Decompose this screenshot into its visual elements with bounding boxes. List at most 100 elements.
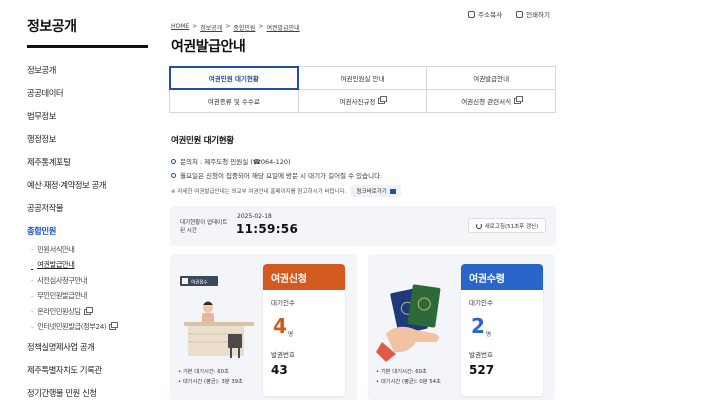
external-link-icon [83, 306, 93, 315]
breadcrumb-home[interactable]: HOME [171, 23, 189, 32]
update-label: 대기현황이 업데이트 된 시간 [180, 220, 228, 234]
print-icon [516, 11, 524, 18]
tab-photo-rules[interactable]: 여권사진규정 [297, 89, 428, 113]
tab-office-info[interactable]: 여권민원실 안내 [297, 66, 428, 90]
print-button[interactable]: 인쇄하기 [516, 9, 550, 19]
sidebar-title: 정보공개 [27, 19, 77, 35]
dash-icon: - [31, 322, 34, 332]
print-label: 인쇄하기 [526, 11, 550, 19]
submenu-label: 온라인민원상담 [37, 306, 81, 316]
breadcrumb-level1[interactable]: 정보공개 [200, 23, 222, 32]
external-link-icon [109, 322, 119, 331]
dash-icon: - [31, 307, 34, 317]
submenu-item-pre-review[interactable]: - 사전심사청구안내 [27, 273, 150, 289]
external-link-icon [514, 96, 524, 104]
dash-icon: - [31, 276, 34, 286]
bullet-icon [171, 158, 176, 164]
apply-avg-wait: 대기시간 (평균): 3분 39초 [178, 377, 243, 387]
reception-desk-illustration: 여권접수 [180, 276, 254, 358]
link-button-label: 링크바로가기 [356, 189, 387, 195]
breadcrumb-separator: > [225, 23, 231, 30]
apply-ticket-number: 43 [271, 363, 288, 377]
bookmark-icon [389, 188, 396, 194]
breadcrumb-level2[interactable]: 종합민원 [233, 23, 255, 32]
sidebar-menu: 정보공개 공공데이터 법무정보 행정정보 제주통계포털 예산·재정·계약정보 공… [27, 58, 150, 404]
breadcrumb: HOME > 정보공개 > 종합민원 > 여권발급안내 [171, 23, 300, 32]
tab-issuance-info[interactable]: 여권발급안내 [426, 66, 556, 90]
external-link-button[interactable]: 링크바로가기 [351, 185, 401, 197]
contact-text: 문의처 : 제주도청 민원실 (☎064-120) [180, 158, 291, 166]
submenu-label: 민원서식안내 [37, 244, 75, 254]
breadcrumb-level3[interactable]: 여권발급안내 [266, 23, 299, 32]
section-title: 여권민원 대기현황 [171, 136, 234, 146]
tab-label: 여권사진규정 [339, 98, 376, 106]
receive-avg-wait: 대기시간 (평균): 0분 54초 [376, 377, 441, 387]
apply-count: 4 [273, 314, 287, 338]
sidebar-submenu: - 민원서식안내 - 여권발급안내 - 사전심사청구안내 - 무인민원발급안내 - 온라인… [27, 242, 150, 335]
sidebar-item-budget[interactable]: 예산·재정·계약정보 공개 [27, 173, 150, 196]
submenu-item-online-consult[interactable]: - 온라인민원상담 [27, 304, 150, 320]
submenu-item-forms[interactable]: - 민원서식안내 [27, 242, 150, 258]
submenu-label: 인터넷민원발급(정부24) [37, 322, 107, 332]
update-status-bar: 대기현황이 업데이트 된 시간 2025-02-18 11:59:56 새로고침… [170, 206, 556, 246]
sidebar: 정보공개 정보공개 공공데이터 법무정보 행정정보 제주통계포털 예산·재정·계… [0, 0, 150, 408]
dash-icon: - [31, 291, 34, 301]
receive-count: 2 [471, 314, 485, 338]
refresh-label: 새로고침(51초후 갱신) [484, 223, 539, 230]
apply-base-wait: 기본 대기시간: 60초 [178, 367, 243, 377]
apply-panel: 여권신청 대기인수 4 명 발권번호 43 [263, 264, 345, 396]
reference-note-text: ※ 자세한 여권발급안내는 외교부 여권안내 홈페이지를 참고하시기 바랍니다. [171, 189, 347, 195]
dash-icon: - [31, 260, 34, 270]
receive-stats: 기본 대기시간: 60초 대기시간 (평균): 0분 54초 [376, 367, 441, 387]
sidebar-item-admin-info[interactable]: 행정정보 [27, 127, 150, 150]
receive-card: 기본 대기시간: 60초 대기시간 (평균): 0분 54초 여권수령 대기인수… [368, 254, 555, 400]
tab-forms[interactable]: 여권신청 관련서식 [426, 89, 556, 113]
update-date: 2025-02-18 [237, 213, 272, 220]
refresh-icon [475, 222, 482, 229]
dash-icon: - [31, 245, 34, 255]
copy-url-button[interactable]: 주소복사 [468, 9, 502, 19]
monday-notice: 월요일은 신청이 집중되어 해당 요일에 방문 시 대기가 길어질 수 있습니다… [171, 170, 382, 180]
receive-unit: 명 [486, 332, 492, 338]
update-time: 11:59:56 [236, 222, 299, 236]
sidebar-item-civil-service[interactable]: 종합민원 [27, 219, 150, 242]
tab-fees[interactable]: 여권종류 및 수수료 [169, 89, 299, 113]
share-icon [468, 11, 476, 18]
submenu-label: 여권발급안내 [37, 260, 75, 270]
copy-url-label: 주소복사 [478, 11, 503, 19]
receive-number-label: 발권번호 [469, 351, 493, 359]
desk-sign-label: 여권접수 [191, 279, 208, 286]
submenu-item-kiosk[interactable]: - 무인민원발급안내 [27, 289, 150, 305]
sidebar-item-periodicals[interactable]: 정기간행물 민원 신청 [27, 381, 150, 404]
content-tabs: 여권민원 대기현황 여권민원실 안내 여권발급안내 여권종류 및 수수료 여권사… [169, 66, 556, 113]
sidebar-item-archive[interactable]: 제주특별자치도 기록관 [27, 358, 150, 381]
submenu-label: 사전심사청구안내 [37, 275, 87, 285]
sidebar-item-public-data[interactable]: 공공데이터 [27, 81, 150, 104]
reference-note: ※ 자세한 여권발급안내는 외교부 여권안내 홈페이지를 참고하시기 바랍니다.… [171, 185, 401, 197]
apply-number-label: 발권번호 [271, 351, 295, 359]
passport-hand-illustration [376, 284, 441, 362]
sidebar-item-public-works[interactable]: 공공저작물 [27, 196, 150, 219]
submenu-item-passport[interactable]: - 여권발급안내 [27, 258, 150, 274]
sidebar-title-divider [27, 45, 148, 48]
sidebar-item-legal-info[interactable]: 법무정보 [27, 104, 150, 127]
apply-unit: 명 [288, 332, 294, 338]
receive-title: 여권수령 [461, 264, 543, 290]
apply-title: 여권신청 [263, 264, 345, 290]
apply-count-label: 대기인수 [271, 299, 295, 307]
submenu-item-gov24[interactable]: - 인터넷민원발급(정부24) [27, 320, 150, 336]
tab-waiting-status[interactable]: 여권민원 대기현황 [169, 66, 299, 90]
external-link-icon [378, 96, 388, 104]
tab-label: 여권신청 관련서식 [461, 98, 512, 106]
page-title: 여권발급안내 [171, 39, 246, 55]
apply-stats: 기본 대기시간: 60초 대기시간 (평균): 3분 39초 [178, 367, 243, 387]
bullet-icon [171, 172, 176, 178]
page-utilities: 주소복사 인쇄하기 [468, 9, 550, 19]
sidebar-item-statistics[interactable]: 제주통계포털 [27, 150, 150, 173]
refresh-button[interactable]: 새로고침(51초후 갱신) [468, 218, 546, 233]
sidebar-item-policy[interactable]: 정책실명제사업 공개 [27, 335, 150, 358]
contact-info: 문의처 : 제주도청 민원실 (☎064-120) [171, 156, 291, 166]
sidebar-item-info-disclosure[interactable]: 정보공개 [27, 58, 150, 81]
breadcrumb-separator: > [258, 23, 264, 30]
receive-ticket-number: 527 [469, 363, 495, 377]
